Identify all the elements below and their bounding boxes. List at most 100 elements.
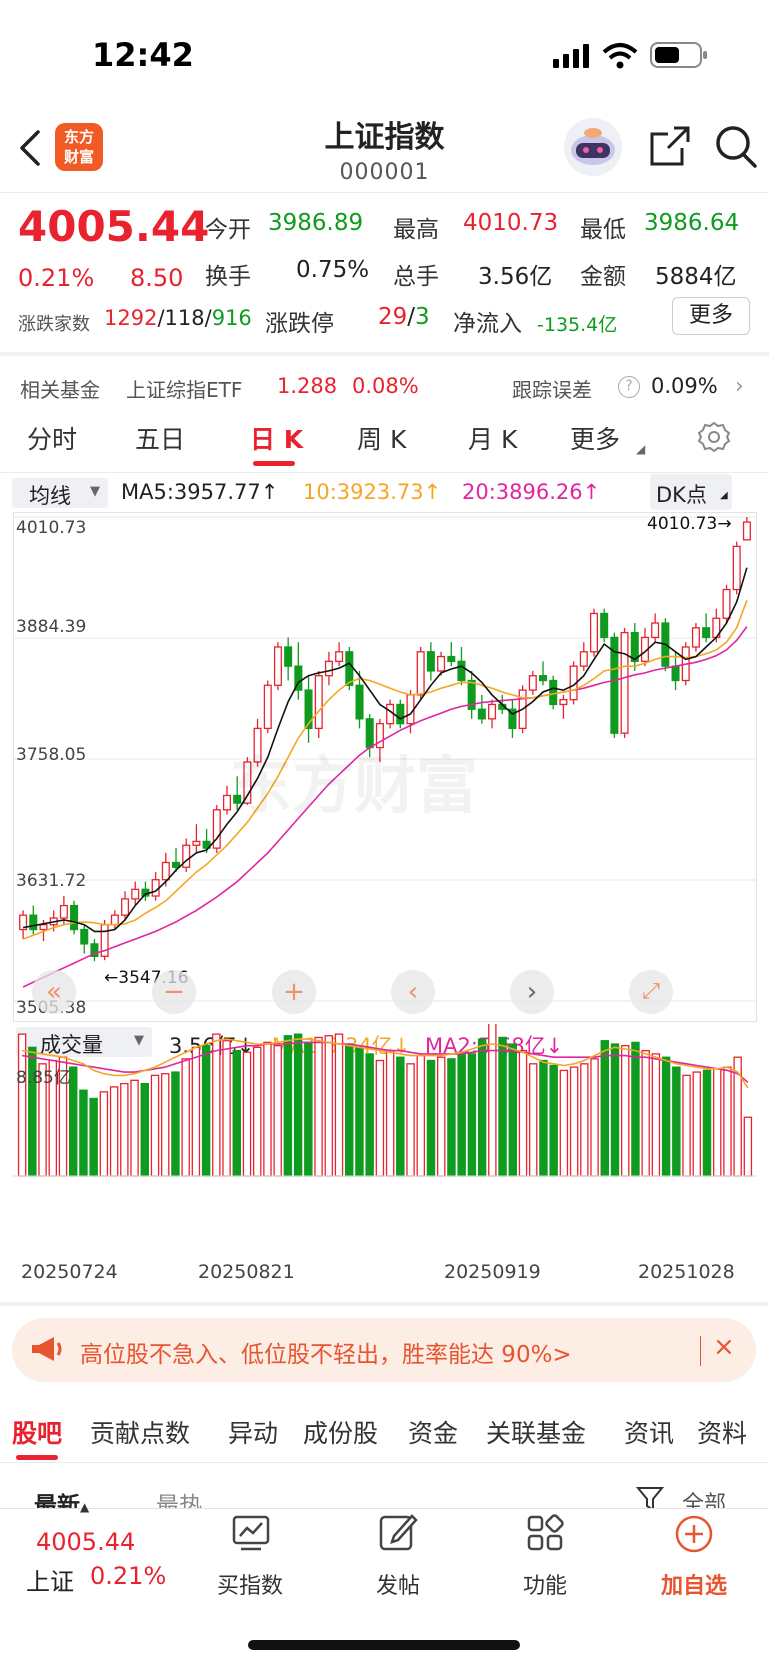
volume-bar <box>201 1045 211 1177</box>
volume-bar <box>120 1082 129 1177</box>
current-price: 4005.44 <box>18 202 210 251</box>
volume-bar <box>580 1063 589 1177</box>
price-axis-label-1: 3884.39 <box>16 617 87 637</box>
fullscreen-icon[interactable]: ⤢ <box>629 970 673 1014</box>
high-label: 最高 <box>393 217 439 243</box>
volume-bar <box>365 1053 374 1177</box>
tab-guba[interactable]: 股吧 <box>12 1414 62 1450</box>
ma10-value: 10:3923.73↑ <box>303 480 442 504</box>
step-left-icon[interactable]: ‹ <box>391 970 435 1014</box>
candle <box>722 588 731 619</box>
candle <box>263 684 272 730</box>
close-banner-icon[interactable]: × <box>713 1332 735 1362</box>
tab-news[interactable]: 资讯 <box>624 1414 674 1450</box>
tab-more[interactable]: 更多 <box>570 420 620 456</box>
buy-index-icon[interactable] <box>231 1514 271 1552</box>
megaphone-icon <box>30 1334 64 1364</box>
guba-underline <box>16 1455 58 1460</box>
volume-bar <box>314 1036 323 1177</box>
candle <box>39 924 48 931</box>
volume-bar <box>396 1056 405 1177</box>
volume-bar <box>477 1038 487 1177</box>
post-icon[interactable] <box>378 1512 418 1552</box>
tab-monthly-k[interactable]: 月 K <box>468 420 517 456</box>
high-value: 4010.73 <box>463 210 559 236</box>
buy-index-button[interactable]: 买指数 <box>195 1568 305 1600</box>
dk-button[interactable]: DK点 ◢ <box>650 474 732 510</box>
candle <box>589 612 599 653</box>
volume-bar <box>620 1045 630 1177</box>
volume-bar <box>222 1040 231 1177</box>
robot-assistant-icon[interactable] <box>562 116 624 178</box>
add-watchlist-button[interactable]: 加自选 <box>639 1568 749 1600</box>
volume-bar <box>171 1071 180 1177</box>
open-value: 3986.89 <box>268 210 364 236</box>
zoom-out-icon[interactable]: − <box>152 970 196 1014</box>
tab-movement[interactable]: 异动 <box>228 1414 278 1450</box>
fund-name: 上证综指ETF <box>126 378 243 402</box>
volume-bar <box>355 1046 364 1177</box>
candle <box>416 651 425 696</box>
candle <box>324 660 333 677</box>
volume-bar <box>242 1051 252 1177</box>
volume-bar <box>549 1064 558 1177</box>
candle <box>396 703 405 725</box>
help-icon[interactable]: ? <box>618 376 640 398</box>
candle <box>671 665 680 682</box>
bottom-index-name: 上证 <box>26 1568 74 1596</box>
candle <box>273 646 282 686</box>
candle <box>457 660 466 682</box>
post-button[interactable]: 发帖 <box>343 1568 453 1600</box>
candle <box>620 631 629 734</box>
zoom-in-icon[interactable]: + <box>272 970 316 1014</box>
tab-five-day[interactable]: 五日 <box>135 420 185 456</box>
bottom-price: 4005.44 <box>36 1528 136 1556</box>
volume-bar <box>498 1036 507 1177</box>
search-icon[interactable] <box>714 124 758 170</box>
tab-contribution[interactable]: 贡献点数 <box>90 1414 190 1450</box>
tab-timeshare[interactable]: 分时 <box>27 420 77 456</box>
volume-bar <box>273 1045 282 1177</box>
fund-label: 相关基金 <box>20 378 100 402</box>
add-watchlist-icon[interactable] <box>674 1514 714 1554</box>
tab-constituents[interactable]: 成份股 <box>303 1414 378 1450</box>
function-button[interactable]: 功能 <box>490 1568 600 1600</box>
step-right-icon[interactable]: › <box>510 970 554 1014</box>
banner-divider <box>700 1336 701 1366</box>
tab-weekly-k[interactable]: 周 K <box>357 420 406 456</box>
volume-bar <box>661 1056 671 1177</box>
volume-bar <box>723 1066 732 1177</box>
volume-bar <box>232 1049 242 1177</box>
tab-capital[interactable]: 资金 <box>408 1414 458 1450</box>
change-amount: 8.50 <box>130 264 184 292</box>
volume-axis-max: 8.85亿 <box>16 1068 71 1088</box>
related-fund-row[interactable]: 相关基金 上证综指ETF 1.288 0.08% 跟踪误差 ? 0.09% › <box>0 372 769 406</box>
scroll-left-double-icon[interactable]: « <box>32 970 76 1014</box>
settings-gear-icon[interactable] <box>697 420 731 454</box>
netflow-value: -135.4亿 <box>537 314 618 336</box>
chart-watermark: 东方财富 <box>230 749 479 822</box>
ma-selector[interactable]: 均线 ▼ <box>12 478 108 508</box>
share-icon[interactable] <box>648 124 692 168</box>
tab-profile[interactable]: 资料 <box>697 1414 747 1450</box>
turnover-value: 0.75% <box>296 257 370 283</box>
volume-bar <box>651 1053 661 1177</box>
volume-bar <box>99 1091 109 1177</box>
high-annotation-value: 4010.73 <box>647 514 718 534</box>
function-grid-icon[interactable] <box>526 1514 564 1552</box>
volume-bar <box>447 1058 456 1177</box>
volume-bar <box>304 1041 313 1177</box>
candle <box>182 844 191 868</box>
netflow-label: 净流入 <box>453 311 522 337</box>
chevron-right-icon: › <box>735 374 744 399</box>
tab-daily-k[interactable]: 日 K <box>250 420 303 456</box>
candle <box>559 699 568 706</box>
more-quote-button[interactable]: 更多 <box>672 297 750 335</box>
volume-bar <box>539 1059 548 1177</box>
volume-bar <box>559 1069 569 1177</box>
volume-bar <box>467 1053 477 1177</box>
candle <box>161 861 170 881</box>
tab-related-funds[interactable]: 关联基金 <box>486 1414 586 1450</box>
status-time: 12:42 <box>92 36 194 74</box>
candle <box>549 679 558 706</box>
